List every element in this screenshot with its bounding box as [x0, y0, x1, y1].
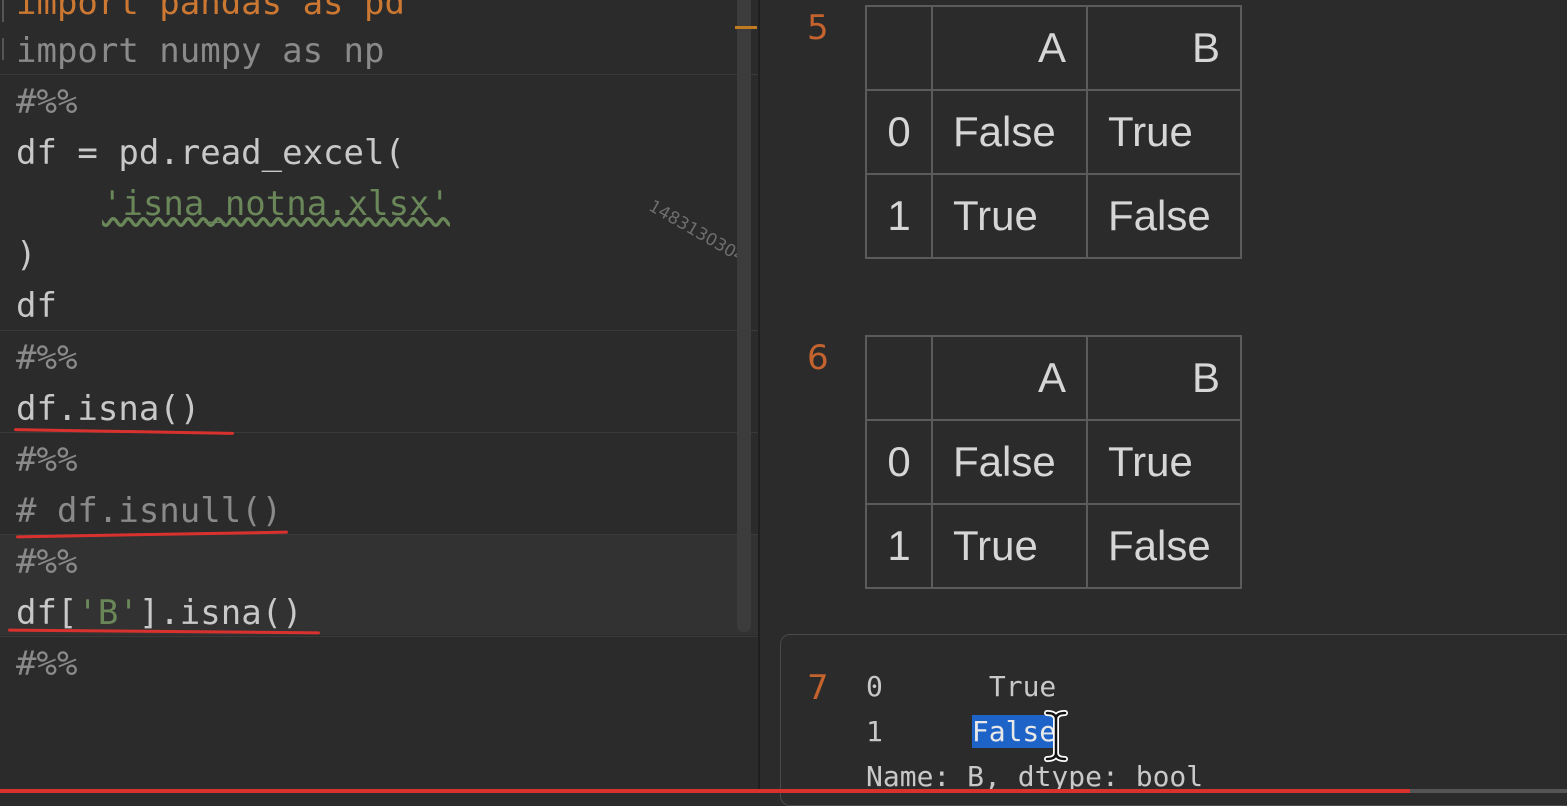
cell-marker[interactable]: #%% [16, 77, 77, 127]
table-row: 1 True False [865, 173, 1242, 259]
series-value[interactable]: True [989, 670, 1056, 703]
table-header-cell: A [931, 335, 1088, 421]
dataframe-table: A B 0 False True 1 True False [865, 335, 1242, 589]
fold-marker[interactable] [2, 38, 14, 60]
cell-separator [0, 330, 758, 331]
table-header-cell: B [1086, 5, 1242, 91]
code-line-import-numpy[interactable]: import numpy as np [16, 26, 384, 76]
output-cell-number: 7 [807, 668, 829, 708]
table-cell: True [931, 503, 1088, 589]
table-cell: False [1086, 503, 1242, 589]
table-header-row: A B [865, 335, 1242, 421]
table-header-cell [865, 5, 933, 91]
code-line-filename-string[interactable]: 'isna_notna.xlsx' [102, 179, 450, 229]
table-row: 1 True False [865, 503, 1242, 589]
output-cell-number: 5 [807, 8, 829, 48]
output-cell-number: 6 [807, 338, 829, 378]
table-cell: False [931, 89, 1088, 175]
table-cell: True [1086, 419, 1242, 505]
video-progress-bar[interactable] [0, 789, 1567, 793]
code-line-read-excel[interactable]: df = pd.read_excel( [16, 128, 405, 178]
table-index-cell: 1 [865, 173, 933, 259]
table-header-row: A B [865, 5, 1242, 91]
watermark: 1483130304 [645, 196, 749, 268]
code-line-import-pandas[interactable]: import pandas as pd [16, 0, 405, 28]
text-cursor-icon [1044, 710, 1068, 762]
table-cell: True [931, 173, 1088, 259]
table-row: 0 False True [865, 419, 1242, 505]
code-token: ].isna() [138, 593, 303, 633]
code-line-close-paren[interactable]: ) [16, 230, 36, 280]
dataframe-table: A B 0 False True 1 True False [865, 5, 1242, 259]
table-row: 0 False True [865, 89, 1242, 175]
series-row[interactable]: 1 False [866, 715, 1057, 748]
cell-marker[interactable]: #%% [16, 537, 77, 587]
series-index: 0 [866, 670, 883, 703]
editor-scrollbar[interactable] [737, 0, 751, 632]
cell-separator [0, 74, 758, 75]
cell-marker[interactable]: #%% [16, 435, 77, 485]
code-line-isnull-comment[interactable]: # df.isnull() [16, 486, 282, 536]
series-index: 1 [866, 715, 883, 748]
code-line-df[interactable]: df [16, 281, 57, 331]
cell-marker[interactable]: #%% [16, 639, 77, 689]
table-cell: False [931, 419, 1088, 505]
code-token-string: 'B' [77, 593, 139, 633]
table-header-cell: A [931, 5, 1088, 91]
code-editor[interactable]: import pandas as pd import numpy as np #… [0, 0, 758, 793]
table-cell: False [1086, 173, 1242, 259]
code-token: df[ [16, 593, 78, 633]
table-cell: True [1086, 89, 1242, 175]
scrollbar-marker [735, 26, 757, 29]
table-index-cell: 1 [865, 503, 933, 589]
table-index-cell: 0 [865, 89, 933, 175]
table-header-cell [865, 335, 933, 421]
cell-separator [0, 636, 758, 637]
series-row[interactable]: 0 True [866, 670, 1056, 703]
fold-marker[interactable] [2, 0, 14, 22]
cell-marker[interactable]: #%% [16, 333, 77, 383]
table-index-cell: 0 [865, 419, 933, 505]
video-progress-fill [0, 789, 1411, 793]
table-header-cell: B [1086, 335, 1242, 421]
code-line-df-isna[interactable]: df.isna() [16, 384, 200, 434]
